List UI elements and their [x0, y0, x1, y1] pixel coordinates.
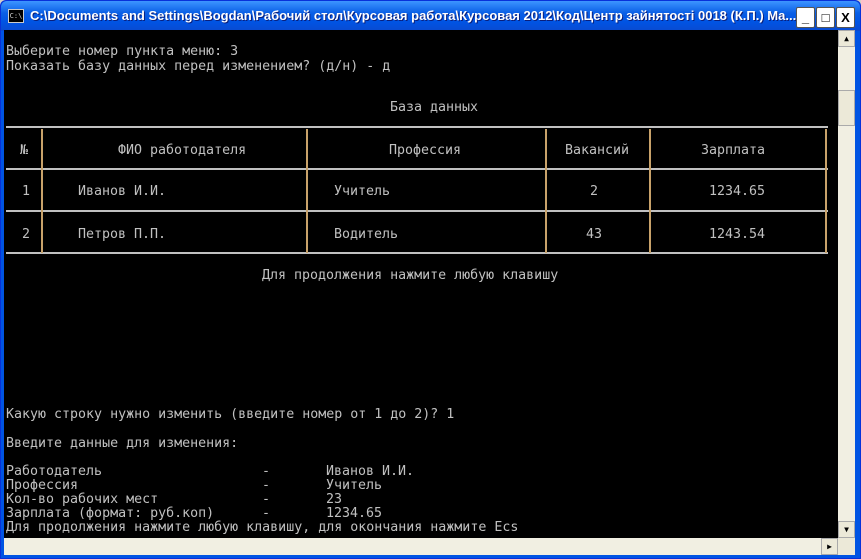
maximize-button[interactable]: □: [816, 7, 835, 28]
cell-number: 1: [22, 184, 31, 199]
vertical-scrollbar[interactable]: ▲ ▼: [838, 30, 855, 538]
cell-employer: Иванов И.И.: [78, 184, 167, 199]
cell-profession: Водитель: [334, 227, 399, 242]
cell-number: 2: [22, 227, 31, 242]
field-label: Кол-во рабочих мест: [6, 492, 159, 507]
cell-profession: Учитель: [334, 184, 391, 199]
field-label: Зарплата (формат: руб.коп): [6, 506, 215, 521]
cell-salary: 1243.54: [709, 227, 766, 242]
cell-vacancies: 2: [590, 184, 599, 199]
title-bar[interactable]: C:\ C:\Documents and Settings\Bogdan\Раб…: [1, 1, 860, 31]
horizontal-scrollbar[interactable]: ▶: [4, 538, 838, 555]
row-divider: [6, 168, 828, 170]
field-value: Учитель: [326, 478, 383, 493]
continue-or-exit-hint: Для продолжения нажмите любую клавишу, д…: [6, 520, 519, 535]
continue-hint: Для продолжения нажмите любую клавишу: [262, 268, 559, 283]
scroll-up-button[interactable]: ▲: [838, 30, 855, 47]
header-vacancies: Вакансий: [565, 143, 630, 158]
column-divider: [41, 129, 43, 253]
header-profession: Профессия: [389, 143, 462, 158]
row-select-prompt: Какую строку нужно изменить (введите ном…: [6, 407, 455, 422]
table-border: [6, 252, 828, 254]
window-title: C:\Documents and Settings\Bogdan\Рабочий…: [30, 8, 797, 23]
header-number: №: [20, 143, 29, 158]
cell-salary: 1234.65: [709, 184, 766, 199]
table-border: [6, 126, 828, 128]
header-employer: ФИО работодателя: [118, 143, 247, 158]
cell-employer: Петров П.П.: [78, 227, 167, 242]
field-dash: -: [262, 492, 271, 507]
cell-vacancies: 43: [586, 227, 603, 242]
column-divider: [825, 129, 827, 253]
column-divider: [306, 129, 308, 253]
field-dash: -: [262, 478, 271, 493]
field-value: 1234.65: [326, 506, 383, 521]
field-value: 23: [326, 492, 343, 507]
show-db-prompt: Показать базу данных перед изменением? (…: [6, 59, 391, 74]
field-value: Иванов И.И.: [326, 464, 415, 479]
header-salary: Зарплата: [701, 143, 766, 158]
scroll-right-button[interactable]: ▶: [821, 538, 838, 555]
field-label: Работодатель: [6, 464, 103, 479]
column-divider: [545, 129, 547, 253]
vertical-scroll-thumb[interactable]: [838, 90, 855, 126]
console-icon[interactable]: C:\: [8, 9, 24, 23]
console-output[interactable]: Выберите номер пункта меню: 3 Показать б…: [4, 30, 838, 538]
field-dash: -: [262, 464, 271, 479]
row-divider: [6, 210, 828, 212]
column-divider: [649, 129, 651, 253]
field-dash: -: [262, 506, 271, 521]
resize-grip[interactable]: [838, 538, 855, 555]
table-title: База данных: [390, 100, 479, 115]
enter-data-prompt: Введите данные для изменения:: [6, 436, 239, 451]
minimize-button[interactable]: _: [796, 7, 815, 28]
field-label: Профессия: [6, 478, 79, 493]
scroll-down-button[interactable]: ▼: [838, 521, 855, 538]
menu-prompt: Выберите номер пункта меню: 3: [6, 44, 239, 59]
close-button[interactable]: X: [836, 7, 855, 28]
